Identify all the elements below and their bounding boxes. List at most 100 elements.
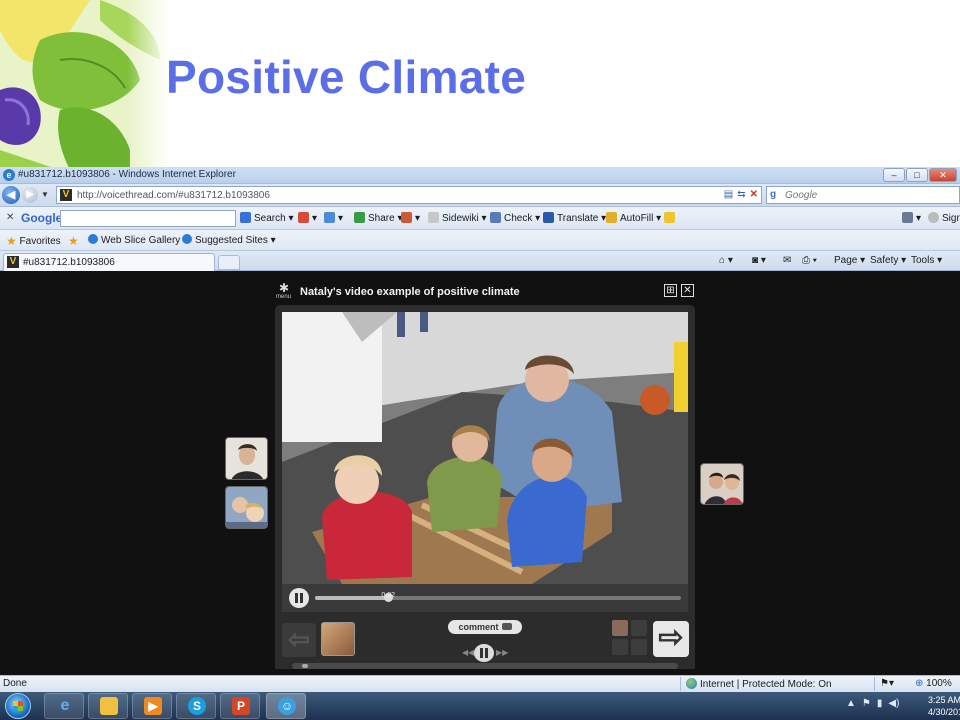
close-button[interactable]: ✕ xyxy=(929,168,957,182)
highlight-icon[interactable]: ▾ xyxy=(401,212,420,224)
video-frame[interactable] xyxy=(282,312,688,584)
user-icon xyxy=(928,212,939,223)
fast-forward-icon[interactable]: ▶▶ xyxy=(496,648,508,657)
close-icon[interactable]: ✕ xyxy=(681,284,694,297)
ie-page-icon xyxy=(88,234,98,244)
favorites-bar: ★ Favorites ★ Web Slice Gallery ▾ Sugges… xyxy=(0,230,960,251)
system-tray: ▲ ⚑ ▮ ◀) xyxy=(846,698,899,709)
volume-icon[interactable]: ◀) xyxy=(888,698,899,709)
taskbar-media-button[interactable]: ▶ xyxy=(132,693,172,719)
rewind-icon[interactable]: ◀◀ xyxy=(462,648,474,657)
voicethread-favicon-icon: V xyxy=(60,189,72,201)
bookmark-icon[interactable]: ▾ xyxy=(298,212,317,224)
commenter-avatar-2[interactable] xyxy=(225,486,268,529)
web-slice-gallery-link[interactable]: Web Slice Gallery ▾ xyxy=(88,234,188,246)
clock-time: 3:25 AM xyxy=(928,695,960,705)
suggested-sites-link[interactable]: Suggested Sites ▾ xyxy=(182,234,276,246)
tab-voicethread[interactable]: V #u831712.b1093806 xyxy=(3,253,215,271)
settings-icon[interactable]: ▾ xyxy=(902,212,921,224)
taskbar-ie-button[interactable]: e xyxy=(44,693,84,719)
compatibility-icon[interactable]: ▤ xyxy=(724,189,733,200)
home-icon[interactable]: ⌂ ▾ xyxy=(719,255,733,266)
next-arrow-icon[interactable]: ⇨ xyxy=(653,621,689,657)
google-logo: Google xyxy=(21,211,63,225)
progress-track[interactable]: 0:02 xyxy=(315,592,681,602)
url-buttons: ▤ ⇆ ✕ xyxy=(724,189,758,200)
taskbar-powerpoint-button[interactable]: P xyxy=(220,693,260,719)
minimize-button[interactable]: – xyxy=(883,168,905,182)
spellcheck-icon xyxy=(490,212,501,223)
taskbar-skype-button[interactable]: S xyxy=(176,693,216,719)
share-icon xyxy=(354,212,365,223)
previous-arrow-icon[interactable]: ⇦ xyxy=(282,623,316,657)
comment-button[interactable]: comment xyxy=(448,620,522,634)
translate-button[interactable]: Translate ▾ xyxy=(543,212,606,224)
add-favorite-icon[interactable]: ★ xyxy=(68,234,79,248)
browser-window: e #u831712.b1093806 - Windows Internet E… xyxy=(0,167,960,692)
player-lower-controls: ⇦ comment ◀◀ ▶▶ ⇨ xyxy=(275,612,695,669)
toolbar-close-icon[interactable]: ✕ xyxy=(6,212,14,223)
folder-icon xyxy=(100,697,118,715)
ie-logo-icon: e xyxy=(60,697,70,714)
window-controls: – □ ✕ xyxy=(883,168,957,182)
messenger-icon: ☺ xyxy=(278,697,296,715)
current-commenter-thumbnail[interactable] xyxy=(321,622,355,656)
security-zone[interactable]: Internet | Protected Mode: On xyxy=(686,678,832,690)
mail-icon[interactable]: ✉ xyxy=(783,255,791,266)
stop-icon[interactable]: ✕ xyxy=(750,189,758,200)
fullscreen-icon[interactable]: ⊞ xyxy=(664,284,677,297)
start-button[interactable] xyxy=(5,693,31,719)
maximize-button[interactable]: □ xyxy=(906,168,928,182)
commenter-avatar-1[interactable] xyxy=(225,437,268,480)
slide: Positive Climate e #u831712.b1093806 - W… xyxy=(0,0,960,720)
time-label: 0:02 xyxy=(381,592,395,599)
search-icon xyxy=(240,212,251,223)
taskbar-messenger-button[interactable]: ☺ xyxy=(266,693,306,719)
person-icon xyxy=(226,438,267,479)
autofill-button[interactable]: AutoFill ▾ xyxy=(606,212,661,224)
show-hidden-icon[interactable]: ▲ xyxy=(846,698,856,709)
google-search-input[interactable] xyxy=(60,210,236,227)
print-icon[interactable]: ⎙ ▾ xyxy=(802,255,817,266)
share-button[interactable]: Share ▾ xyxy=(354,212,403,224)
refresh-icon[interactable]: ⇆ xyxy=(737,189,745,200)
forward-button[interactable]: ▶ xyxy=(22,187,38,203)
plus-icon[interactable]: ▾ xyxy=(324,212,343,224)
page-thumbnails[interactable] xyxy=(612,620,648,656)
timeline-scrollbar[interactable] xyxy=(292,663,678,669)
feeds-icon[interactable]: ◙ ▾ xyxy=(752,255,766,266)
flag-icon[interactable]: ⚑ xyxy=(862,698,871,709)
player-title: Nataly's video example of positive clima… xyxy=(300,286,520,298)
page-menu[interactable]: Page ▾ xyxy=(834,255,865,266)
status-bar: Done Internet | Protected Mode: On ⚑▾ ⊕ … xyxy=(0,675,960,692)
video-still xyxy=(282,312,688,584)
tab-bar: V #u831712.b1093806 ⌂ ▾ ◙ ▾ ✉ ⎙ ▾ Page ▾… xyxy=(0,251,960,271)
google-toolbar: ✕ Google Search ▾ ▾ ▾ Share ▾ ▾ Sidewiki… xyxy=(0,207,960,230)
favorites-button[interactable]: ★ Favorites xyxy=(6,234,61,248)
safety-menu[interactable]: Safety ▾ xyxy=(870,255,906,266)
new-tab-button[interactable] xyxy=(218,255,240,270)
commenter-avatar-3[interactable] xyxy=(700,463,744,505)
pause-icon[interactable] xyxy=(289,588,309,608)
search-placeholder[interactable]: Google xyxy=(785,190,817,201)
url-field[interactable]: V http://voicethread.com/#u831712.b10938… xyxy=(56,186,762,204)
taskbar-explorer-button[interactable] xyxy=(88,693,128,719)
sidewiki-button[interactable]: Sidewiki ▾ xyxy=(428,212,487,224)
protected-mode-icon[interactable]: ⚑▾ xyxy=(880,678,894,689)
search-box[interactable]: g Google xyxy=(766,186,960,204)
pause-icon[interactable] xyxy=(474,644,494,662)
google-search-button[interactable]: Search ▾ xyxy=(240,212,294,224)
voicethread-player: ✱ menu Nataly's video example of positiv… xyxy=(275,282,695,669)
sign-in-button[interactable]: Sign xyxy=(928,212,960,224)
tools-menu[interactable]: Tools ▾ xyxy=(911,255,942,266)
url-text[interactable]: http://voicethread.com/#u831712.b1093806 xyxy=(77,190,270,201)
back-button[interactable]: ◀ xyxy=(2,186,20,204)
sidewiki-icon xyxy=(428,212,439,223)
system-clock[interactable]: 3:25 AM 4/30/201 xyxy=(928,694,960,718)
pencil-icon[interactable] xyxy=(664,212,678,224)
check-button[interactable]: Check ▾ xyxy=(490,212,540,224)
zoom-level[interactable]: ⊕ 100% xyxy=(915,678,952,689)
network-icon[interactable]: ▮ xyxy=(877,698,883,709)
menu-label[interactable]: menu xyxy=(276,294,291,300)
history-dropdown-icon[interactable]: ▼ xyxy=(41,190,49,199)
